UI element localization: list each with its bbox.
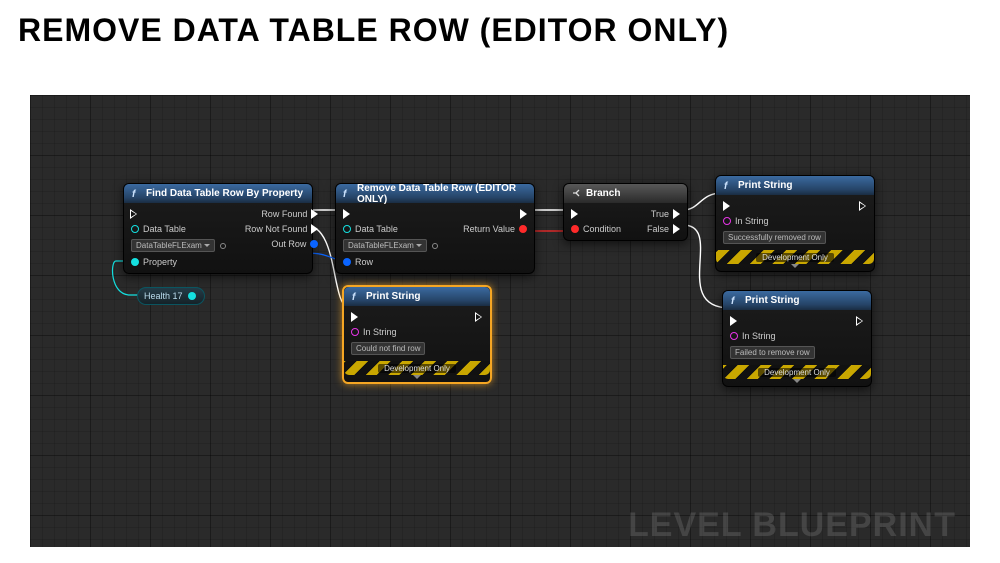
node-find-row[interactable]: f Find Data Table Row By Property Data T… <box>123 183 313 274</box>
exec-out-pin[interactable] <box>463 209 527 219</box>
exec-out-pin[interactable] <box>476 312 483 322</box>
return-value-pin[interactable]: Return Value <box>463 224 527 234</box>
row-found-pin[interactable]: Row Found <box>245 209 319 219</box>
node-branch[interactable]: Branch Condition True False <box>563 183 688 241</box>
dev-only-stripe: Development Only <box>723 365 871 379</box>
node-header: f Print String <box>716 176 874 195</box>
row-not-found-pin[interactable]: Row Not Found <box>245 224 319 234</box>
exec-in-pin[interactable] <box>343 209 439 219</box>
function-icon: f <box>729 295 741 307</box>
svg-text:f: f <box>731 296 736 306</box>
variable-node-health[interactable]: Health 17 <box>137 287 205 305</box>
node-header: f Print String <box>723 291 871 310</box>
svg-text:f: f <box>352 292 357 302</box>
function-icon: f <box>350 291 362 303</box>
node-header: f Remove Data Table Row (EDITOR ONLY) <box>336 184 534 203</box>
node-print-could-not[interactable]: f Print String In String Could not find … <box>342 285 492 384</box>
out-row-pin[interactable]: Out Row <box>245 239 319 249</box>
node-print-success[interactable]: f Print String In String Successfully re… <box>715 175 875 272</box>
svg-text:f: f <box>724 181 729 191</box>
exec-out-pin[interactable] <box>860 201 867 211</box>
node-header: f Print String <box>344 287 490 306</box>
in-string-pin[interactable]: In String <box>730 331 815 341</box>
dev-only-stripe: Development Only <box>344 361 490 375</box>
function-icon: f <box>342 188 353 200</box>
function-icon: f <box>130 188 142 200</box>
dev-only-stripe: Development Only <box>716 250 874 264</box>
node-title: Remove Data Table Row (EDITOR ONLY) <box>357 183 528 205</box>
svg-text:f: f <box>132 189 137 199</box>
function-icon: f <box>722 180 734 192</box>
data-table-pin[interactable]: Data Table <box>343 224 439 234</box>
node-title: Find Data Table Row By Property <box>146 188 303 199</box>
exec-in-pin[interactable] <box>351 312 425 322</box>
exec-in-pin[interactable] <box>571 209 621 219</box>
true-pin[interactable]: True <box>647 209 680 219</box>
node-header: f Find Data Table Row By Property <box>124 184 312 203</box>
refresh-icon[interactable] <box>431 242 439 250</box>
expand-button[interactable] <box>723 379 871 386</box>
node-print-failed[interactable]: f Print String In String Failed to remov… <box>722 290 872 387</box>
in-string-pin[interactable]: In String <box>351 327 425 337</box>
node-title: Print String <box>738 180 792 191</box>
watermark: LEVEL BLUEPRINT <box>628 506 956 545</box>
expand-button[interactable] <box>344 375 490 382</box>
in-string-pin[interactable]: In String <box>723 216 826 226</box>
in-string-value[interactable]: Failed to remove row <box>730 346 815 359</box>
page-title: REMOVE DATA TABLE ROW (EDITOR ONLY) <box>0 0 1000 61</box>
exec-in-pin[interactable] <box>723 201 826 211</box>
data-table-value[interactable]: DataTableFLExam <box>343 239 439 252</box>
variable-output-pin[interactable] <box>188 292 196 300</box>
in-string-value[interactable]: Successfully removed row <box>723 231 826 244</box>
false-pin[interactable]: False <box>647 224 680 234</box>
node-header: Branch <box>564 184 687 203</box>
condition-pin[interactable]: Condition <box>571 224 621 234</box>
in-string-value[interactable]: Could not find row <box>351 342 425 355</box>
blueprint-graph[interactable]: f Find Data Table Row By Property Data T… <box>30 95 970 547</box>
row-pin[interactable]: Row <box>343 257 439 267</box>
data-table-value[interactable]: DataTableFLExam <box>131 239 227 252</box>
node-title: Print String <box>366 291 420 302</box>
exec-in-pin[interactable] <box>730 316 815 326</box>
data-table-pin[interactable]: Data Table <box>131 224 227 234</box>
branch-icon <box>570 188 582 200</box>
exec-in-pin[interactable] <box>131 209 227 219</box>
property-pin[interactable]: Property <box>131 257 227 267</box>
node-remove-row[interactable]: f Remove Data Table Row (EDITOR ONLY) Da… <box>335 183 535 274</box>
refresh-icon[interactable] <box>219 242 227 250</box>
svg-text:f: f <box>343 189 348 199</box>
exec-out-pin[interactable] <box>857 316 864 326</box>
node-title: Branch <box>586 188 620 199</box>
node-title: Print String <box>745 295 799 306</box>
expand-button[interactable] <box>716 264 874 271</box>
